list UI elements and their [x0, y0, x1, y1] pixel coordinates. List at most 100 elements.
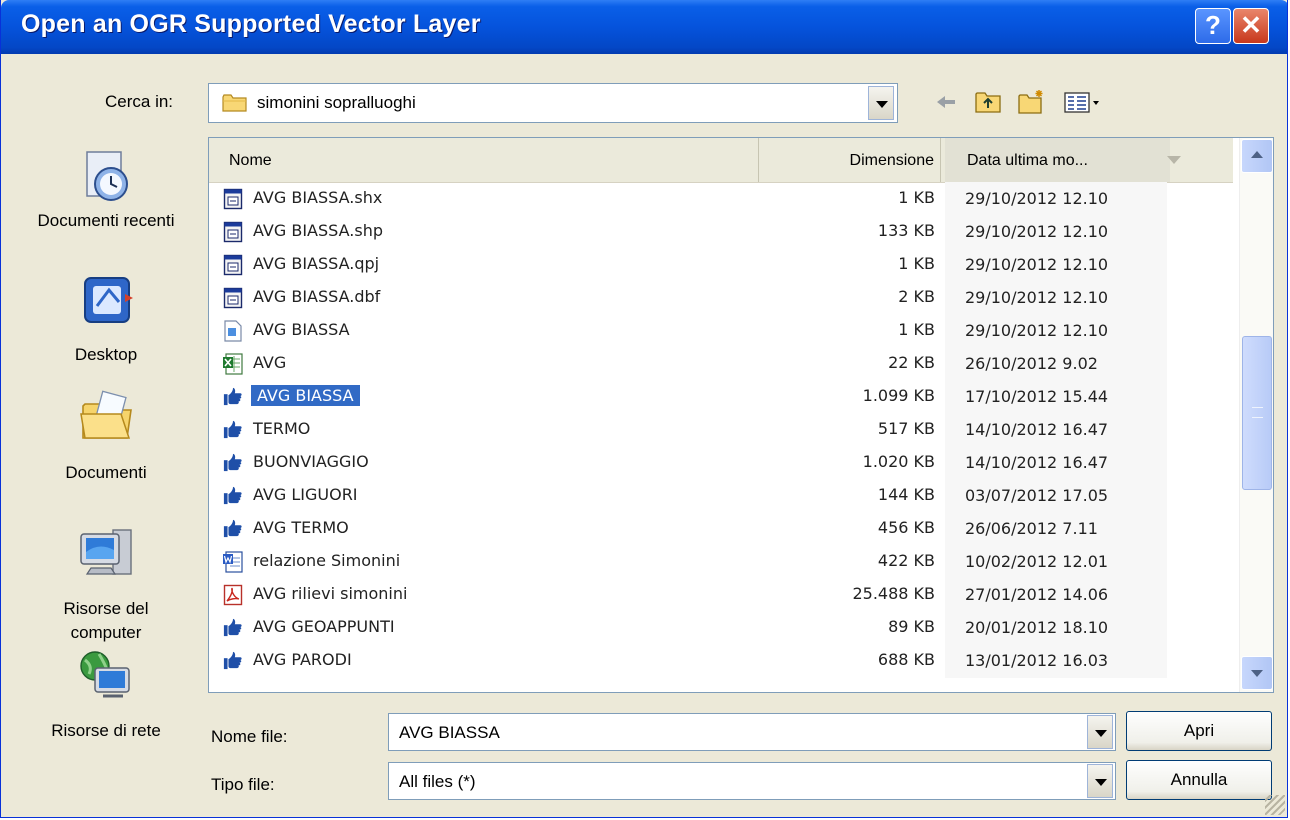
file-size: 1.020 KB — [862, 452, 935, 471]
generic-file-icon — [223, 254, 243, 276]
file-name: AVG BIASSA.shx — [253, 188, 383, 207]
resize-grip[interactable] — [1265, 795, 1285, 815]
file-date: 27/01/2012 14.06 — [945, 578, 1167, 612]
file-row[interactable]: AVG PARODI 688 KB 13/01/2012 16.03 — [209, 644, 1233, 678]
scroll-up-button[interactable] — [1241, 139, 1273, 173]
file-row[interactable]: AVG rilievi simonini 25.488 KB 27/01/2012 … — [209, 578, 1233, 612]
column-header-size[interactable]: Dimensione — [761, 138, 941, 182]
desktop-icon — [84, 277, 133, 323]
file-name-value: AVG BIASSA — [399, 723, 500, 742]
file-row[interactable]: BUONVIAGGIO 1.020 KB 14/10/2012 16.47 — [209, 446, 1233, 480]
place-documents[interactable]: Documenti — [31, 388, 181, 485]
file-size: 456 KB — [877, 518, 935, 537]
new-folder-icon[interactable] — [1017, 88, 1047, 116]
file-row[interactable]: AVG GEOAPPUNTI 89 KB 20/01/2012 18.10 — [209, 611, 1233, 645]
file-size: 2 KB — [898, 287, 935, 306]
look-in-combo[interactable]: simonini sopralluoghi — [208, 83, 898, 123]
file-name-label: Nome file: — [211, 727, 288, 746]
file-row[interactable]: AVG TERMO 456 KB 26/06/2012 7.11 — [209, 512, 1233, 546]
thumbs-up-file-icon — [223, 650, 243, 672]
file-date: 17/10/2012 15.44 — [945, 380, 1167, 414]
place-label: Documenti recenti — [37, 211, 175, 230]
file-row[interactable]: AVG BIASSA.dbf 2 KB 29/10/2012 12.10 — [209, 281, 1233, 315]
column-header-date[interactable]: Data ultima mo... — [945, 138, 1170, 182]
file-date: 20/01/2012 18.10 — [945, 611, 1167, 645]
file-name: AVG LIGUORI — [253, 485, 358, 504]
file-row[interactable]: relazione Simonini 422 KB 10/02/2012 12.01 — [209, 545, 1233, 579]
look-in-dropdown-button[interactable] — [868, 86, 894, 120]
file-date: 29/10/2012 12.10 — [945, 314, 1167, 348]
folder-icon — [222, 94, 247, 112]
column-header-name[interactable]: Nome — [209, 138, 759, 182]
close-button[interactable]: ✕ — [1233, 8, 1269, 44]
file-size: 688 KB — [877, 650, 935, 669]
file-row[interactable]: AVG BIASSA.qpj 1 KB 29/10/2012 12.10 — [209, 248, 1233, 282]
place-label: Risorse del computer — [63, 599, 149, 642]
file-row[interactable]: AVG BIASSA 1.099 KB 17/10/2012 15.44 — [209, 380, 1233, 414]
file-type-combo[interactable]: All files (*) — [388, 762, 1116, 800]
generic-file-icon — [223, 287, 243, 309]
place-label: Documenti — [65, 463, 147, 482]
place-label: Risorse di rete — [51, 721, 161, 740]
file-size: 1 KB — [898, 320, 935, 339]
file-size: 517 KB — [877, 419, 935, 438]
file-date: 26/06/2012 7.11 — [945, 512, 1167, 546]
view-menu-icon[interactable] — [1063, 88, 1103, 116]
file-date: 29/10/2012 12.10 — [945, 248, 1167, 282]
sort-arrow-icon — [1167, 156, 1181, 164]
file-type-dropdown-button[interactable] — [1087, 764, 1113, 798]
place-my-computer[interactable]: Risorse del computer — [31, 524, 181, 645]
file-date: 03/07/2012 17.05 — [945, 479, 1167, 513]
scroll-down-button[interactable] — [1241, 656, 1273, 690]
file-date: 14/10/2012 16.47 — [945, 413, 1167, 447]
file-name: relazione Simonini — [253, 551, 401, 570]
file-list[interactable]: Nome Dimensione Data ultima mo... AVG BI… — [208, 137, 1274, 693]
recent-documents-icon — [86, 151, 128, 201]
file-name: AVG rilievi simonini — [253, 584, 408, 603]
file-type-label: Tipo file: — [211, 775, 275, 794]
place-recent-documents[interactable]: Documenti recenti — [31, 148, 181, 233]
file-size: 144 KB — [877, 485, 935, 504]
file-name-combo[interactable]: AVG BIASSA — [388, 713, 1116, 751]
title-bar[interactable]: Open an OGR Supported Vector Layer ? ✕ — [1, 0, 1287, 54]
file-row[interactable]: TERMO 517 KB 14/10/2012 16.47 — [209, 413, 1233, 447]
file-name: AVG — [253, 353, 287, 372]
file-row[interactable]: AVG 22 KB 26/10/2012 9.02 — [209, 347, 1233, 381]
cancel-button[interactable]: Annulla — [1126, 760, 1272, 800]
file-size: 1 KB — [898, 188, 935, 207]
file-size: 1 KB — [898, 254, 935, 273]
help-button[interactable]: ? — [1195, 8, 1231, 44]
up-folder-icon[interactable] — [973, 88, 1003, 116]
file-date: 26/10/2012 9.02 — [945, 347, 1167, 381]
place-desktop[interactable]: Desktop — [31, 272, 181, 367]
file-type-value: All files (*) — [399, 772, 476, 791]
word-file-icon — [223, 551, 243, 573]
place-label: Desktop — [74, 345, 138, 364]
file-size: 89 KB — [888, 617, 935, 636]
file-row[interactable]: AVG LIGUORI 144 KB 03/07/2012 17.05 — [209, 479, 1233, 513]
file-name: AVG GEOAPPUNTI — [253, 617, 395, 636]
file-name-dropdown-button[interactable] — [1087, 715, 1113, 749]
file-name: AVG BIASSA — [251, 385, 360, 406]
place-network[interactable]: Risorse di rete — [31, 650, 181, 743]
look-in-value: simonini sopralluoghi — [257, 93, 416, 112]
file-name: AVG PARODI — [253, 650, 352, 669]
generic-file-icon — [223, 221, 243, 243]
thumbs-up-file-icon — [223, 452, 243, 474]
open-button[interactable]: Apri — [1126, 711, 1272, 751]
vertical-scrollbar[interactable] — [1239, 138, 1273, 692]
thumbs-up-file-icon — [223, 518, 243, 540]
list-header: Nome Dimensione Data ultima mo... — [209, 138, 1233, 183]
thumbs-up-file-icon — [223, 617, 243, 639]
scroll-thumb[interactable] — [1242, 336, 1272, 490]
file-row[interactable]: AVG BIASSA.shp 133 KB 29/10/2012 12.10 — [209, 215, 1233, 249]
file-date: 29/10/2012 12.10 — [945, 215, 1167, 249]
file-name: AVG BIASSA — [253, 320, 350, 339]
file-size: 133 KB — [877, 221, 935, 240]
back-arrow-icon[interactable] — [931, 88, 961, 116]
network-icon — [80, 651, 130, 698]
file-name: BUONVIAGGIO — [253, 452, 369, 471]
file-row[interactable]: AVG BIASSA.shx 1 KB 29/10/2012 12.10 — [209, 182, 1233, 216]
file-row[interactable]: AVG BIASSA 1 KB 29/10/2012 12.10 — [209, 314, 1233, 348]
file-date: 29/10/2012 12.10 — [945, 281, 1167, 315]
